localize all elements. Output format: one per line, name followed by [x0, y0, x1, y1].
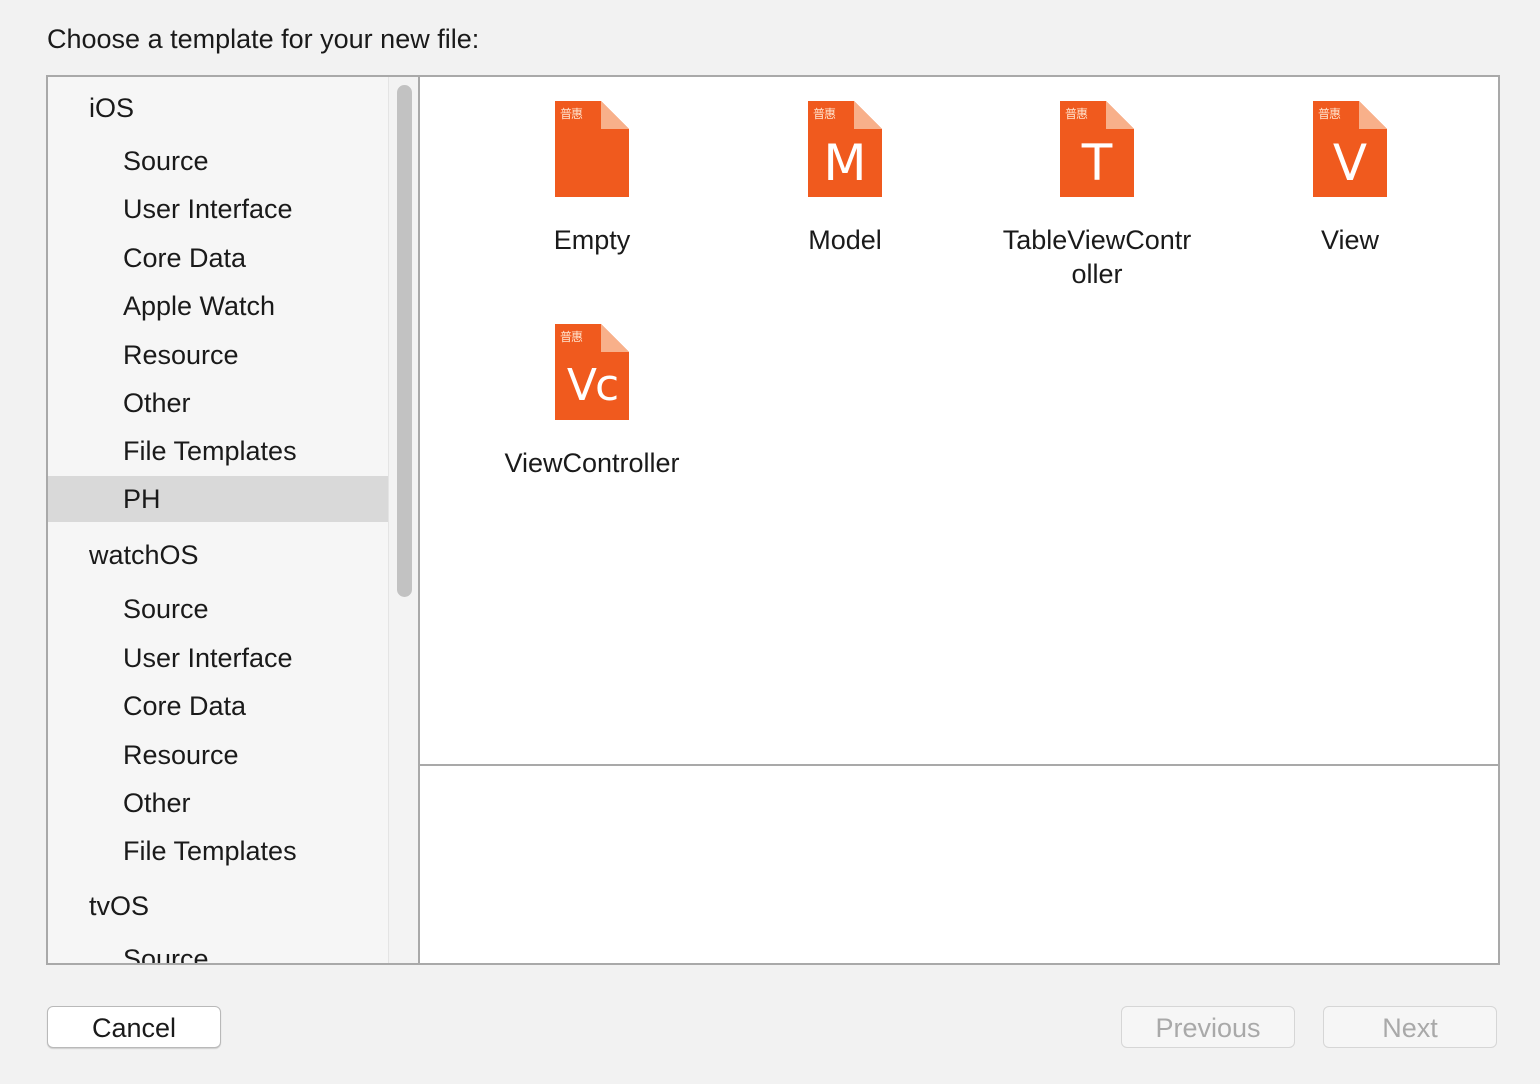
icon-badge: 普惠 — [1065, 107, 1088, 121]
icon-badge: 普惠 — [560, 330, 583, 344]
template-label: View — [1320, 225, 1380, 255]
sidebar-header-ios: iOS — [89, 93, 135, 123]
icon-glyph: M — [823, 134, 867, 192]
icon-badge: 普惠 — [813, 107, 836, 121]
view-file-icon: 普惠 V — [1313, 101, 1387, 197]
template-label: ViewController — [504, 448, 680, 478]
sidebar-item-watchos-resource[interactable]: Resource — [48, 732, 388, 778]
next-button[interactable]: Next — [1323, 1006, 1497, 1048]
empty-file-icon: 普惠 — [555, 101, 629, 197]
template-view[interactable]: 普惠 V View — [1235, 101, 1465, 257]
icon-glyph: V — [1332, 134, 1368, 192]
template-grid: 普惠 Empty 普惠 M Model 普惠 T TableViewContr … — [420, 77, 1498, 764]
template-viewcontroller[interactable]: 普惠 Vc ViewController — [477, 324, 707, 480]
sidebar-scroll-thumb[interactable] — [397, 85, 412, 597]
sidebar-item-ios-resource[interactable]: Resource — [48, 332, 388, 378]
sidebar-item-ios-apple-watch[interactable]: Apple Watch — [48, 283, 388, 329]
cancel-button[interactable]: Cancel — [47, 1006, 221, 1048]
template-label: TableViewContr oller — [1002, 225, 1192, 289]
sidebar-scrollbar[interactable] — [388, 77, 419, 963]
sidebar-item-ios-core-data[interactable]: Core Data — [48, 235, 388, 281]
template-tableviewcontroller[interactable]: 普惠 T TableViewContr oller — [982, 101, 1212, 291]
sidebar-item-watchos-user-interface[interactable]: User Interface — [48, 635, 388, 681]
icon-glyph: Vc — [566, 360, 619, 411]
sidebar-item-ios-user-interface[interactable]: User Interface — [48, 186, 388, 232]
previous-button[interactable]: Previous — [1121, 1006, 1295, 1048]
sidebar-item-ios-ph[interactable]: PH — [48, 476, 388, 522]
sidebar-item-watchos-source[interactable]: Source — [48, 586, 388, 632]
sidebar-item-watchos-other[interactable]: Other — [48, 780, 388, 826]
icon-badge: 普惠 — [560, 107, 583, 121]
template-label: Model — [808, 225, 882, 255]
sidebar-item-ios-file-templates[interactable]: File Templates — [48, 428, 388, 474]
model-file-icon: 普惠 M — [808, 101, 882, 197]
sidebar-item-watchos-core-data[interactable]: Core Data — [48, 683, 388, 729]
template-description-pane — [420, 766, 1498, 963]
template-model[interactable]: 普惠 M Model — [730, 101, 960, 257]
tableviewcontroller-file-icon: 普惠 T — [1060, 101, 1134, 197]
sidebar-item-ios-source[interactable]: Source — [48, 138, 388, 184]
template-empty[interactable]: 普惠 Empty — [477, 101, 707, 257]
sidebar-item-watchos-file-templates[interactable]: File Templates — [48, 828, 388, 874]
icon-badge: 普惠 — [1318, 107, 1341, 121]
platform-category-list[interactable]: iOS Source User Interface Core Data Appl… — [48, 77, 388, 963]
template-chooser: iOS Source User Interface Core Data Appl… — [46, 75, 1500, 965]
sidebar-header-tvos: tvOS — [89, 891, 150, 921]
viewcontroller-file-icon: 普惠 Vc — [555, 324, 629, 420]
sidebar-item-tvos-source[interactable]: Source — [48, 936, 388, 963]
sidebar-header-watchos: watchOS — [89, 540, 199, 570]
template-label: Empty — [553, 225, 631, 255]
sidebar-item-ios-other[interactable]: Other — [48, 380, 388, 426]
dialog-title: Choose a template for your new file: — [47, 24, 480, 54]
icon-glyph: T — [1081, 134, 1113, 192]
